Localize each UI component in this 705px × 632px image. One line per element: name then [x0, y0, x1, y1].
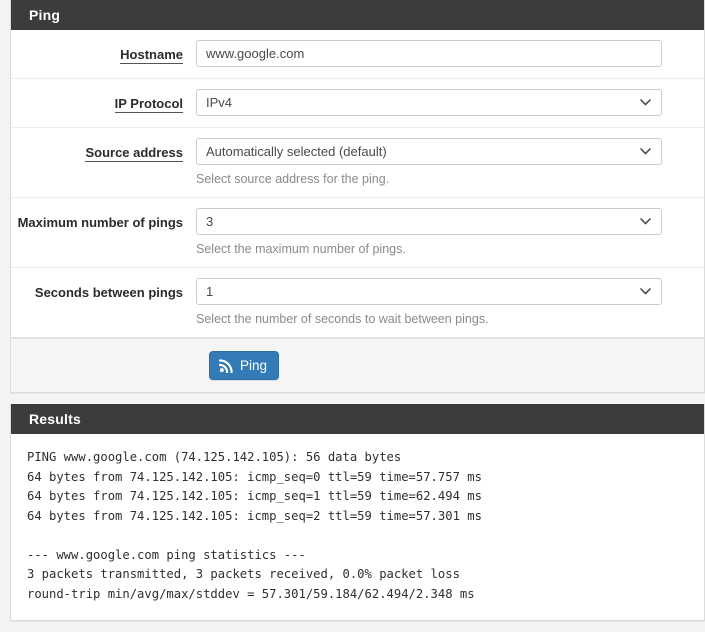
form-row-ip-protocol: IP Protocol IPv4	[11, 79, 704, 128]
button-row: Ping	[11, 351, 704, 380]
rss-signal-icon	[219, 358, 234, 373]
label-max-pings-text: Maximum number of pings	[17, 215, 183, 230]
ping-submit-button[interactable]: Ping	[209, 351, 280, 380]
hostname-input[interactable]	[196, 40, 662, 67]
label-source-address-text: Source address	[85, 145, 183, 162]
label-source-address: Source address	[11, 138, 196, 162]
seconds-between-pings-select[interactable]: 1	[196, 278, 662, 305]
ping-output-text: PING www.google.com (74.125.142.105): 56…	[27, 450, 482, 601]
field-ip-protocol: IPv4	[196, 89, 704, 116]
results-body: PING www.google.com (74.125.142.105): 56…	[11, 434, 704, 620]
form-row-hostname: Hostname	[11, 30, 704, 79]
label-seconds-between-pings-text: Seconds between pings	[34, 285, 183, 300]
results-panel: Results PING www.google.com (74.125.142.…	[10, 404, 705, 621]
ip-protocol-select-wrap[interactable]: IPv4	[196, 89, 662, 116]
label-hostname: Hostname	[11, 40, 196, 64]
help-max-pings: Select the maximum number of pings.	[196, 242, 406, 256]
form-row-seconds-between-pings: Seconds between pings 1 Select the numbe…	[11, 268, 704, 338]
help-seconds-between-pings: Select the number of seconds to wait bet…	[196, 312, 489, 326]
field-seconds-between-pings: 1 Select the number of seconds to wait b…	[196, 278, 704, 327]
ping-panel: Ping Hostname IP Protocol IPv4	[10, 0, 705, 393]
form-row-max-pings: Maximum number of pings 3 Select the max…	[11, 198, 704, 268]
form-row-source-address: Source address Automatically selected (d…	[11, 128, 704, 198]
source-address-select[interactable]: Automatically selected (default)	[196, 138, 662, 165]
ping-submit-label: Ping	[240, 358, 268, 373]
label-seconds-between-pings: Seconds between pings	[11, 278, 196, 301]
max-pings-select-wrap[interactable]: 3	[196, 208, 662, 235]
label-ip-protocol-text: IP Protocol	[114, 96, 183, 113]
label-hostname-text: Hostname	[120, 47, 183, 64]
label-ip-protocol: IP Protocol	[11, 89, 196, 113]
field-max-pings: 3 Select the maximum number of pings.	[196, 208, 704, 257]
ping-form-footer: Ping	[11, 338, 704, 392]
field-source-address: Automatically selected (default) Select …	[196, 138, 704, 187]
help-source-address: Select source address for the ping.	[196, 172, 390, 186]
label-max-pings: Maximum number of pings	[11, 208, 196, 231]
ip-protocol-select[interactable]: IPv4	[196, 89, 662, 116]
ping-form: Hostname IP Protocol IPv4	[11, 30, 704, 338]
field-hostname	[196, 40, 704, 67]
seconds-between-pings-select-wrap[interactable]: 1	[196, 278, 662, 305]
ping-panel-title: Ping	[11, 0, 704, 30]
max-pings-select[interactable]: 3	[196, 208, 662, 235]
results-panel-title: Results	[11, 404, 704, 434]
source-address-select-wrap[interactable]: Automatically selected (default)	[196, 138, 662, 165]
